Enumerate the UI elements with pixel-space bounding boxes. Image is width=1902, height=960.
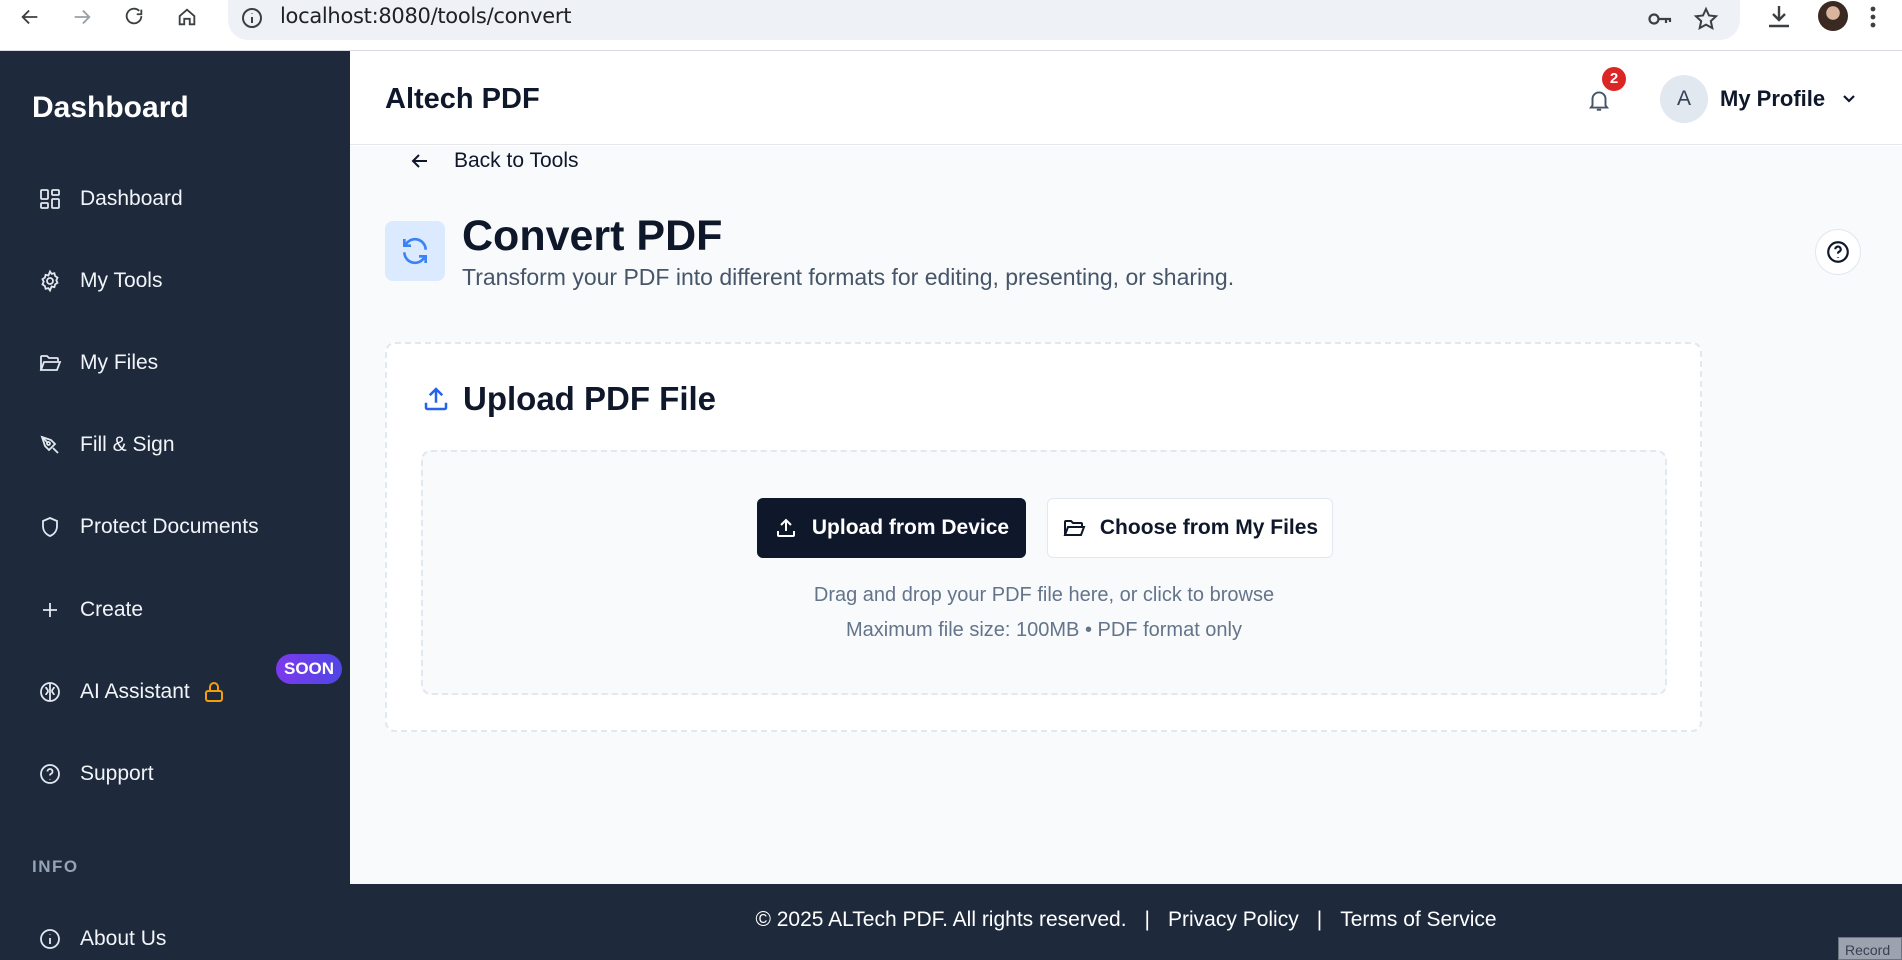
upload-card-title: Upload PDF File xyxy=(463,380,717,417)
help-button[interactable] xyxy=(1815,229,1861,275)
choose-from-my-files-label: Choose from My Files xyxy=(1099,516,1319,539)
sidebar-item-fill-sign[interactable]: Fill & Sign xyxy=(0,419,350,471)
footer-row: © 2025 ALTech PDF. All rights reserved. … xyxy=(350,908,1902,932)
profile-menu-button[interactable]: A My Profile xyxy=(1660,74,1859,124)
info-icon xyxy=(38,927,62,951)
pen-icon xyxy=(38,433,62,457)
sidebar-item-label: About Us xyxy=(80,927,167,950)
refresh-icon xyxy=(403,237,427,265)
sidebar-item-label: My Files xyxy=(80,351,159,374)
page-title: Convert PDF xyxy=(462,212,723,260)
main-content: Back to Tools Convert PDF Transform your… xyxy=(350,146,1902,884)
arrow-left-icon xyxy=(411,154,427,168)
back-label: Back to Tools xyxy=(454,149,579,172)
sidebar-item-label: Protect Documents xyxy=(80,515,259,538)
upload-card-header: Upload PDF File xyxy=(421,380,716,418)
footer-separator: | xyxy=(1316,908,1323,931)
dropzone-limits: Maximum file size: 100MB • PDF format on… xyxy=(846,619,1242,641)
help-circle-icon xyxy=(1827,241,1849,263)
footer-separator: | xyxy=(1144,908,1151,931)
upload-from-device-label: Upload from Device xyxy=(811,516,1010,539)
bell-icon[interactable] xyxy=(1586,87,1612,113)
sidebar-brand: Dashboard xyxy=(32,91,189,124)
grid-icon xyxy=(38,187,62,211)
terms-of-service-link[interactable]: Terms of Service xyxy=(1340,908,1496,932)
sidebar-item-my-tools[interactable]: My Tools xyxy=(0,255,350,307)
sidebar-item-create[interactable]: Create xyxy=(0,584,350,636)
footer-copyright: © 2025 ALTech PDF. All rights reserved. xyxy=(755,908,1127,931)
sidebar-item-my-files[interactable]: My Files xyxy=(0,337,350,389)
page-subtitle: Transform your PDF into different format… xyxy=(462,264,1235,290)
sidebar-section-info: INFO xyxy=(32,857,79,876)
browser-menu-icon[interactable] xyxy=(1866,2,1880,32)
app-title: Altech PDF xyxy=(385,83,540,115)
forward-arrow-icon[interactable] xyxy=(62,0,102,34)
home-icon[interactable] xyxy=(167,0,207,34)
sidebar-item-label: AI Assistant xyxy=(80,680,190,703)
dropzone-hint: Drag and drop your PDF file here, or cli… xyxy=(813,584,1275,606)
file-dropzone[interactable]: Upload from Device Choose from My Files … xyxy=(421,450,1667,695)
url-text[interactable]: localhost:8080/tools/convert xyxy=(280,4,571,28)
folder-open-icon xyxy=(1063,520,1086,536)
notification-badge: 2 xyxy=(1602,67,1626,91)
sidebar-item-ai-assistant[interactable]: AI Assistant xyxy=(0,666,350,718)
top-header: Altech PDF 2 A My Profile xyxy=(350,51,1902,145)
sidebar-item-label: Dashboard xyxy=(80,187,183,210)
sidebar-item-label: Fill & Sign xyxy=(80,433,175,456)
choose-from-my-files-button[interactable]: Choose from My Files xyxy=(1047,498,1333,558)
record-overlay[interactable]: Record xyxy=(1838,937,1902,960)
sidebar-item-support[interactable]: Support xyxy=(0,748,350,800)
sidebar-item-label: Create xyxy=(80,598,144,621)
sidebar-item-label: My Tools xyxy=(80,269,163,292)
convert-tool-icon xyxy=(385,221,445,281)
sidebar: Dashboard Dashboard My Tools My Files Fi… xyxy=(0,51,350,960)
folder-open-icon xyxy=(38,351,62,375)
shield-icon xyxy=(38,515,62,539)
upload-card: Upload PDF File Upload from Device Choos… xyxy=(385,342,1702,732)
back-arrow-icon[interactable] xyxy=(10,0,50,34)
browser-profile-avatar[interactable] xyxy=(1818,1,1848,31)
back-to-tools-link[interactable]: Back to Tools xyxy=(408,146,579,176)
upload-icon xyxy=(424,387,448,411)
bookmark-star-icon[interactable] xyxy=(1692,5,1720,33)
privacy-policy-link[interactable]: Privacy Policy xyxy=(1168,908,1299,932)
site-info-icon[interactable] xyxy=(240,6,264,30)
avatar: A xyxy=(1660,75,1708,123)
password-key-icon[interactable] xyxy=(1646,5,1674,33)
reload-icon[interactable] xyxy=(114,0,154,34)
chevron-down-icon xyxy=(1843,95,1855,103)
lock-icon xyxy=(204,682,223,702)
download-icon[interactable] xyxy=(1764,2,1794,32)
help-circle-icon xyxy=(38,762,62,786)
gear-icon xyxy=(38,269,62,293)
plus-icon xyxy=(38,598,62,622)
upload-icon xyxy=(776,518,795,537)
footer: © 2025 ALTech PDF. All rights reserved. … xyxy=(350,884,1902,960)
profile-label: My Profile xyxy=(1720,86,1826,111)
sidebar-item-protect-documents[interactable]: Protect Documents xyxy=(0,501,350,553)
sidebar-item-about-us[interactable]: About Us xyxy=(0,913,350,960)
sidebar-item-dashboard[interactable]: Dashboard xyxy=(0,173,350,225)
sidebar-item-label: Support xyxy=(80,762,154,785)
brain-icon xyxy=(38,680,62,704)
upload-from-device-button[interactable]: Upload from Device xyxy=(757,498,1026,558)
browser-toolbar: localhost:8080/tools/convert xyxy=(0,0,1902,51)
address-bar[interactable]: localhost:8080/tools/convert xyxy=(228,0,1740,40)
